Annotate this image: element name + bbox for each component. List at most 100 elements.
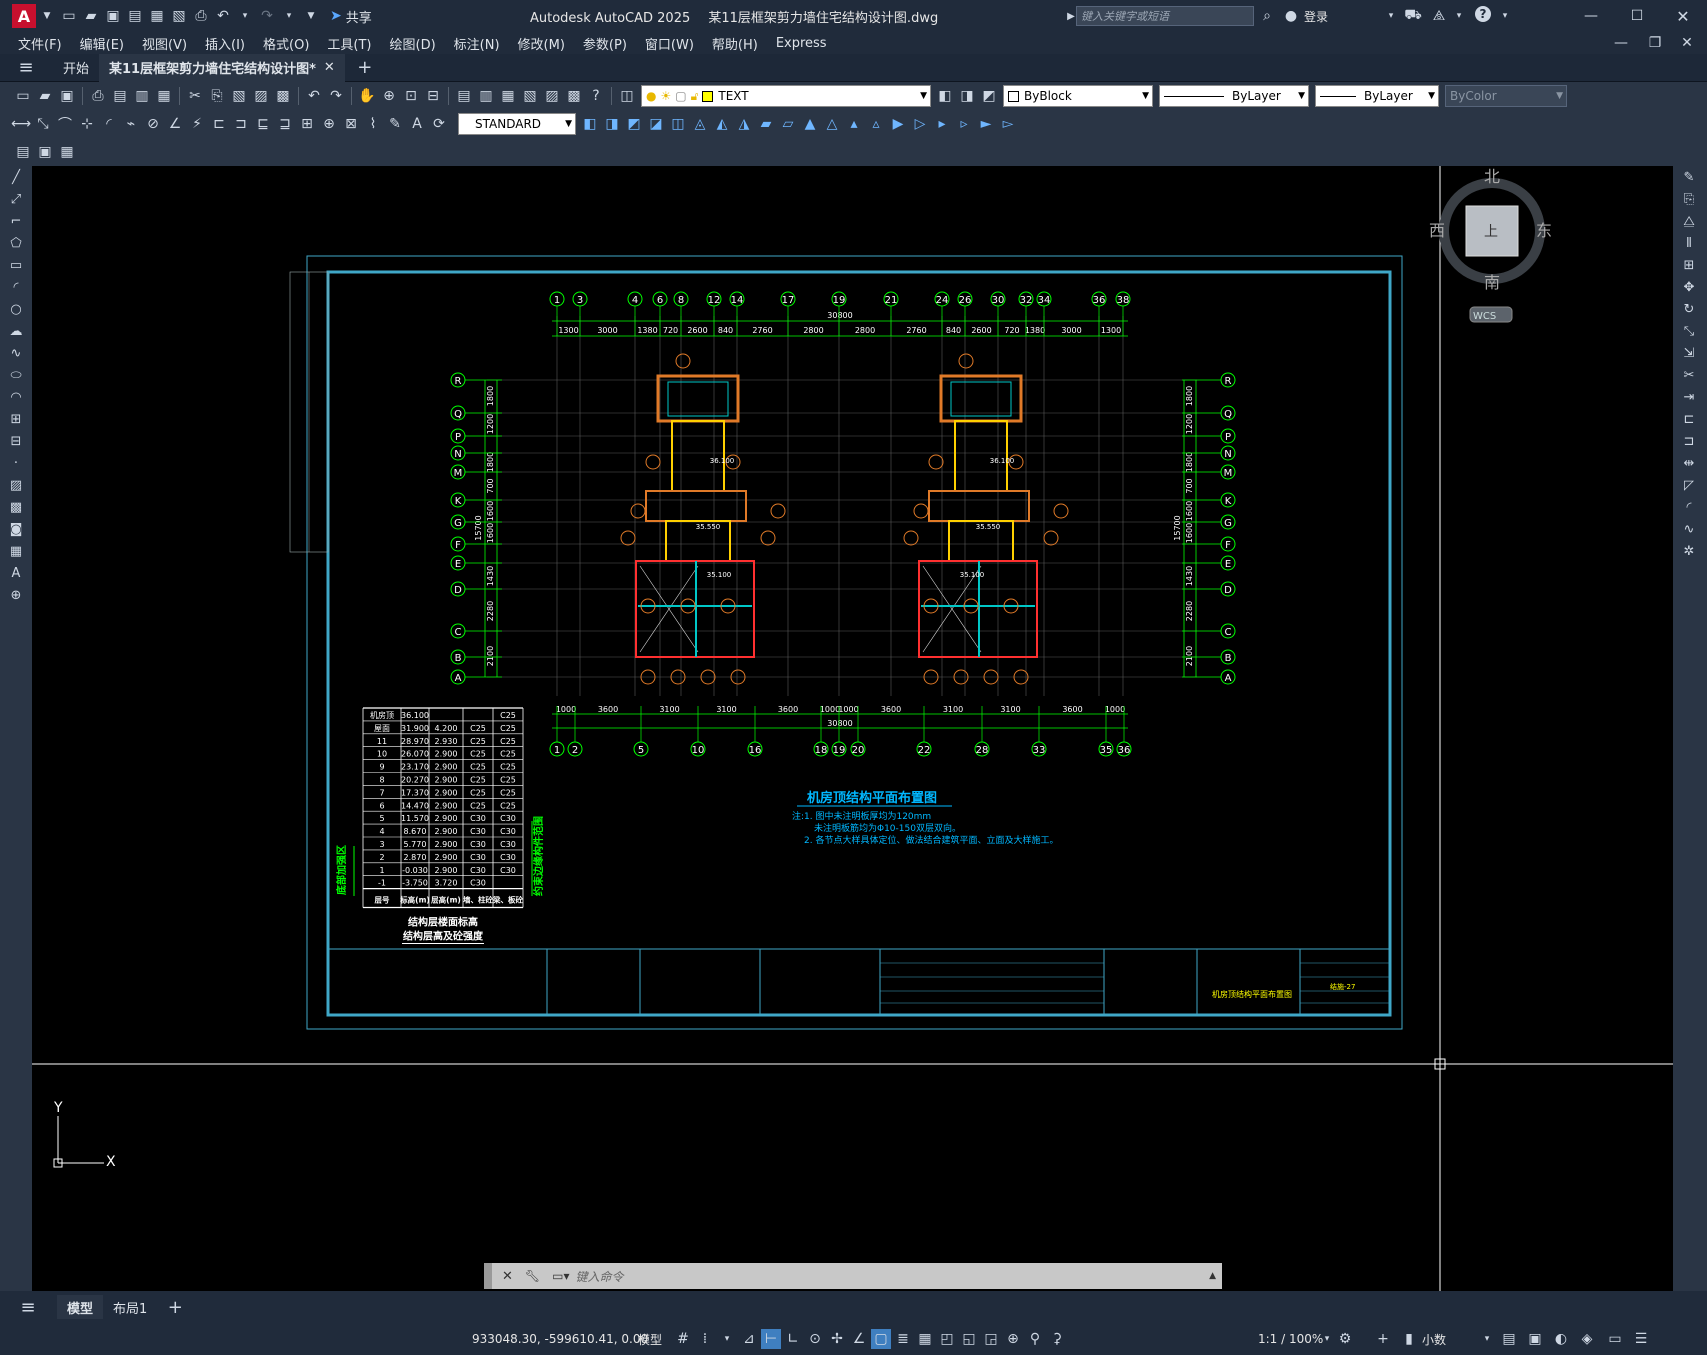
zoom-window-icon[interactable]: ⊡ — [401, 86, 421, 106]
break-at-point-icon[interactable]: ⊏ — [1673, 408, 1705, 430]
mirror-icon[interactable]: ⧋ — [1673, 210, 1705, 232]
copy-object-icon[interactable]: ⎘ — [1673, 188, 1705, 210]
tool-palettes-icon[interactable]: ▦ — [498, 86, 518, 106]
grid-icon[interactable]: # — [673, 1329, 693, 1349]
lineweight-dropdown[interactable]: ByLayer ▼ — [1315, 85, 1439, 107]
cylinder-icon[interactable]: ◩ — [624, 114, 644, 134]
grip-handle[interactable] — [484, 1263, 492, 1289]
units-icon[interactable]: ▮ — [1399, 1329, 1419, 1349]
trim-icon[interactable]: ✂ — [1673, 364, 1705, 386]
separate-icon[interactable]: ► — [976, 114, 996, 134]
insert-block-icon[interactable]: ⊞ — [0, 408, 32, 430]
add-selected-icon[interactable]: ⊕ — [0, 584, 32, 606]
scale-dropdown-icon[interactable]: ▾ — [1317, 1329, 1337, 1349]
sheet-layers-icon[interactable]: ▦ — [57, 142, 77, 162]
jogged-linear-icon[interactable]: ⌇ — [363, 114, 383, 134]
save-icon[interactable]: ▣ — [103, 6, 123, 26]
layout-menu-icon[interactable]: ≡ — [18, 1297, 38, 1318]
dynamic-input-icon[interactable]: ⊿ — [739, 1329, 759, 1349]
chevron-down-icon[interactable]: ▼ — [37, 6, 57, 26]
wcs-label[interactable]: WCS — [1473, 311, 1496, 322]
menu-draw[interactable]: 绘图(D) — [381, 34, 445, 53]
offset-icon[interactable]: ⫴ — [1673, 232, 1705, 254]
join-icon[interactable]: ⇹ — [1673, 452, 1705, 474]
units-dropdown-icon[interactable]: ▾ — [1477, 1329, 1497, 1349]
jogged-icon[interactable]: ⌁ — [121, 114, 141, 134]
help-icon[interactable]: ? — [1475, 6, 1491, 22]
command-line[interactable]: ✕ 🔧︎ ▭▾ 键入命令 ▲ — [484, 1263, 1222, 1289]
menu-help[interactable]: 帮助(H) — [703, 34, 767, 53]
publish-icon[interactable]: ▥ — [132, 86, 152, 106]
aligned-dim-icon[interactable]: ⤡ — [33, 114, 53, 134]
zoom-realtime-icon[interactable]: ⊕ — [379, 86, 399, 106]
undo-dropdown-icon[interactable]: ▾ — [235, 6, 255, 26]
save-as-icon[interactable]: ▤ — [125, 6, 145, 26]
intersect-icon[interactable]: ▴ — [844, 114, 864, 134]
flatshot-icon[interactable]: ▸ — [932, 114, 952, 134]
circle-icon[interactable]: ○ — [0, 298, 32, 320]
menu-insert[interactable]: 插入(I) — [196, 34, 254, 53]
calculator-icon[interactable]: ▩ — [564, 86, 584, 106]
save-tool-icon[interactable]: ▣ — [57, 86, 77, 106]
box-icon[interactable]: ◧ — [580, 114, 600, 134]
login-button[interactable]: 登录 — [1304, 8, 1328, 25]
annotation-monitor-icon[interactable]: + — [1373, 1329, 1393, 1349]
gizmo-icon[interactable]: ⊕ — [1003, 1329, 1023, 1349]
revolve-icon[interactable]: ◮ — [734, 114, 754, 134]
arc-length-icon[interactable]: ⌒ — [55, 114, 75, 134]
spline-icon[interactable]: ∿ — [0, 342, 32, 364]
autocad-logo[interactable]: A — [12, 4, 36, 28]
wrench-icon[interactable]: 🔧︎ — [525, 1269, 540, 1283]
search-input[interactable]: 键入关键字或短语 — [1076, 6, 1254, 26]
rectangle-icon[interactable]: ▭ — [0, 254, 32, 276]
make-block-icon[interactable]: ⊟ — [0, 430, 32, 452]
tab-start[interactable]: 开始 — [53, 54, 99, 82]
explode-icon[interactable]: ✲ — [1673, 540, 1705, 562]
inspect-icon[interactable]: ⊠ — [341, 114, 361, 134]
maximize-icon[interactable]: ☐ — [1627, 6, 1647, 26]
tolerance-icon[interactable]: ⊞ — [297, 114, 317, 134]
viewcube-south[interactable]: 南 — [1484, 273, 1500, 292]
dim-update-icon[interactable]: ⟳ — [429, 114, 449, 134]
make-current-layer-icon[interactable]: ◧ — [935, 86, 955, 106]
point-icon[interactable]: · — [0, 452, 32, 474]
viewcube-top-face[interactable]: 上 — [1484, 224, 1498, 240]
line-icon[interactable]: ╱ — [0, 166, 32, 188]
new-tab-icon[interactable]: + — [355, 57, 375, 78]
menu-format[interactable]: 格式(O) — [254, 34, 318, 53]
units-value[interactable]: 小数 — [1422, 1331, 1446, 1348]
clean-screen-icon[interactable]: ▭ — [1605, 1329, 1625, 1349]
construction-line-icon[interactable]: ⤢ — [0, 188, 32, 210]
plot-icon[interactable]: ⎙ — [88, 86, 108, 106]
continue-icon[interactable]: ⊐ — [231, 114, 251, 134]
polar-icon[interactable]: ∟ — [783, 1329, 803, 1349]
break-icon[interactable]: ⊐ — [1673, 430, 1705, 452]
close-command-icon[interactable]: ✕ — [502, 1269, 513, 1284]
shell-icon[interactable]: ▹ — [954, 114, 974, 134]
section-icon[interactable]: ▶ — [888, 114, 908, 134]
qnew-icon[interactable]: ▭ — [13, 86, 33, 106]
break-icon[interactable]: ⊒ — [275, 114, 295, 134]
menu-edit[interactable]: 编辑(E) — [71, 34, 133, 53]
autodesk-app-icon[interactable]: ⧌ — [1429, 6, 1449, 26]
tab-document[interactable]: 某11层框架剪力墙住宅结构设计图* ✕ — [99, 53, 345, 82]
menu-window[interactable]: 窗口(W) — [636, 34, 703, 53]
redo-tool-icon[interactable]: ↷ — [326, 86, 346, 106]
menu-modify[interactable]: 修改(M) — [509, 34, 574, 53]
menu-tools[interactable]: 工具(T) — [318, 34, 380, 53]
auto-scale-icon[interactable]: ⚳ — [1047, 1329, 1067, 1349]
properties-icon[interactable]: ▤ — [454, 86, 474, 106]
layer-previous-icon[interactable]: ◨ — [957, 86, 977, 106]
search-icon[interactable]: ⌕ — [1257, 6, 1277, 26]
tab-model[interactable]: 模型 — [57, 1295, 104, 1319]
snap-dropdown-icon[interactable]: ▾ — [717, 1329, 737, 1349]
cut-icon[interactable]: ✂ — [185, 86, 205, 106]
region-icon[interactable]: ◙ — [0, 518, 32, 540]
cart-icon[interactable]: ⛟ — [1403, 6, 1423, 26]
snap-icon[interactable]: ⁞ — [695, 1329, 715, 1349]
user-icon[interactable]: ● — [1281, 6, 1301, 26]
menu-dimension[interactable]: 标注(N) — [445, 34, 509, 53]
share-icon[interactable]: ➤ — [330, 8, 342, 24]
object-snap-tracking-icon[interactable]: ✢ — [827, 1329, 847, 1349]
block-editor-icon[interactable]: ▩ — [273, 86, 293, 106]
